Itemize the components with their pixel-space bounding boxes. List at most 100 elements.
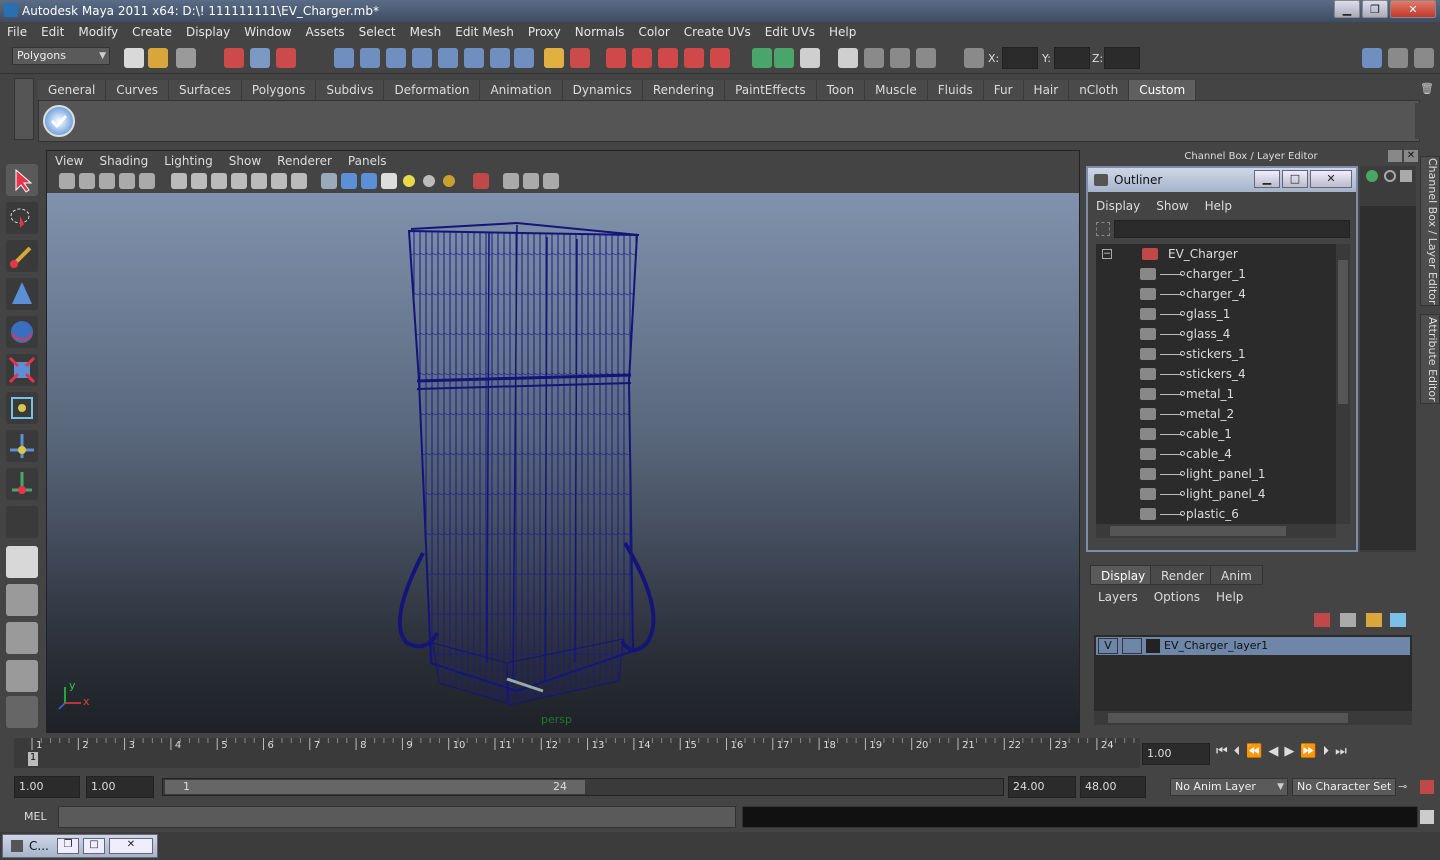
render-icon[interactable]	[752, 48, 772, 68]
shelf-tab-hair[interactable]: Hair	[1023, 80, 1070, 100]
shelf-tab-polygons[interactable]: Polygons	[241, 80, 317, 100]
select-hierarchy-icon[interactable]	[224, 48, 244, 68]
minimized-window[interactable]: C... ❐ □ ✕	[2, 834, 158, 858]
vp-menu-shading[interactable]: Shading	[91, 154, 156, 168]
resolution-gate-icon[interactable]	[211, 173, 227, 189]
start-time-field[interactable]: 1.00	[14, 776, 80, 798]
outliner-menu-help[interactable]: Help	[1197, 196, 1240, 216]
shelf-tab-fur[interactable]: Fur	[983, 80, 1024, 100]
flat-light-icon[interactable]	[443, 175, 455, 187]
vp-menu-show[interactable]: Show	[221, 154, 269, 168]
outliner-menu-show[interactable]: Show	[1148, 196, 1196, 216]
list-item[interactable]: stickers_1	[1096, 344, 1336, 364]
vp-menu-lighting[interactable]: Lighting	[156, 154, 221, 168]
list-item[interactable]: cable_1	[1096, 424, 1336, 444]
manipulator-tool-icon[interactable]	[6, 430, 38, 462]
attribute-editor-icon[interactable]	[1362, 48, 1382, 68]
vp-menu-view[interactable]: View	[47, 154, 91, 168]
snap-point-icon[interactable]	[386, 48, 406, 68]
layer-menu-options[interactable]: Options	[1146, 587, 1208, 607]
select-tool-icon[interactable]	[6, 164, 38, 196]
magnet-icon-1[interactable]	[606, 48, 626, 68]
channel-key-icon[interactable]	[1366, 170, 1378, 182]
safe-title-icon[interactable]	[291, 173, 307, 189]
menu-mesh[interactable]: Mesh	[403, 25, 449, 39]
tab-attribute-editor[interactable]: Attribute Editor	[1420, 314, 1440, 404]
last-tool-icon[interactable]	[6, 506, 38, 538]
script-editor-icon[interactable]	[1420, 810, 1434, 824]
playback-end-field[interactable]: 24.00	[1008, 776, 1076, 798]
shelf-tab-subdivs[interactable]: Subdivs	[316, 80, 385, 100]
menu-file[interactable]: File	[0, 25, 34, 39]
tab-channel-box[interactable]: Channel Box / Layer Editor	[1420, 156, 1440, 306]
history-icon[interactable]	[464, 48, 484, 68]
single-pane-layout-icon[interactable]	[6, 546, 38, 578]
current-frame-marker[interactable]: 1	[28, 752, 38, 766]
close-button[interactable]: ✕	[1390, 0, 1436, 18]
list-item[interactable]: glass_1	[1096, 304, 1336, 324]
close-mini-button[interactable]: ✕	[109, 838, 153, 854]
list-item[interactable]: charger_4	[1096, 284, 1336, 304]
shelf-tab-deformation[interactable]: Deformation	[384, 80, 481, 100]
menu-edit[interactable]: Edit	[34, 25, 71, 39]
list-item[interactable]: plastic_6	[1096, 504, 1336, 524]
shelf-tab-surfaces[interactable]: Surfaces	[168, 80, 242, 100]
list-item[interactable]: metal_1	[1096, 384, 1336, 404]
channel-box-icon[interactable]	[1414, 48, 1434, 68]
channel-pin-icon[interactable]	[1400, 170, 1412, 182]
bookmark-icon[interactable]	[99, 173, 115, 189]
filter-icon[interactable]	[1096, 222, 1110, 236]
isolate-select-icon[interactable]	[473, 173, 489, 189]
select-lock-icon[interactable]	[570, 48, 590, 68]
graph-layout-icon[interactable]	[6, 660, 38, 692]
lock-icon[interactable]	[544, 48, 564, 68]
save-scene-icon[interactable]	[176, 48, 196, 68]
time-slider[interactable]: 1 2 3 4 5 6 7 8 9 10 11 12 13 14 15 16 17 18 19 20 21 22 23 24 …	[14, 738, 1140, 768]
select-object-icon[interactable]	[250, 48, 270, 68]
inputs-icon[interactable]	[490, 48, 510, 68]
open-scene-icon[interactable]	[148, 48, 168, 68]
layer-scroll-thumb[interactable]	[1108, 713, 1348, 723]
minimize-button[interactable]: ▁	[1334, 0, 1360, 18]
outliner-layout-icon[interactable]	[6, 622, 38, 654]
tweak-tool-icon[interactable]	[6, 278, 38, 310]
xray-components-icon[interactable]	[543, 173, 559, 189]
vp-menu-panels[interactable]: Panels	[340, 154, 395, 168]
camera-icon[interactable]	[59, 173, 75, 189]
outliner-minimize-button[interactable]: ▁	[1254, 170, 1280, 188]
play-forward-icon[interactable]: ▶	[1284, 744, 1294, 766]
menu-modify[interactable]: Modify	[71, 25, 125, 39]
preferences-icon[interactable]	[1420, 780, 1434, 794]
vp-menu-renderer[interactable]: Renderer	[269, 154, 340, 168]
outliner-root-item[interactable]: − EV_Charger	[1096, 244, 1336, 264]
lights-icon[interactable]	[916, 48, 936, 68]
lasso-tool-icon[interactable]	[6, 202, 38, 234]
step-forward-icon[interactable]: ⏵	[1323, 744, 1330, 766]
list-item[interactable]: metal_2	[1096, 404, 1336, 424]
select-component-icon[interactable]	[276, 48, 296, 68]
gate-mask-icon[interactable]	[231, 173, 247, 189]
list-item[interactable]: stickers_4	[1096, 364, 1336, 384]
list-item[interactable]: light_panel_4	[1096, 484, 1336, 504]
hypergraph-layout-icon[interactable]	[6, 696, 38, 728]
shelf-scroll[interactable]	[1415, 103, 1427, 139]
snap-grid-icon[interactable]	[334, 48, 354, 68]
layer-menu-layers[interactable]: Layers	[1090, 587, 1146, 607]
field-chart-icon[interactable]	[251, 173, 267, 189]
clapper-icon[interactable]	[864, 48, 884, 68]
step-forward-key-icon[interactable]: ⏩	[1300, 744, 1316, 766]
go-to-end-icon[interactable]: ⏭	[1335, 744, 1347, 766]
range-slider-handle[interactable]: 1 24	[165, 780, 585, 794]
shelf-tab-dynamics[interactable]: Dynamics	[562, 80, 643, 100]
scroll-thumb[interactable]	[1338, 260, 1348, 404]
key-icon[interactable]: ⊸	[1398, 780, 1407, 793]
default-light-icon[interactable]	[403, 175, 415, 187]
list-item[interactable]: light_panel_1	[1096, 464, 1336, 484]
textured-icon[interactable]	[381, 173, 397, 189]
snap-curve-icon[interactable]	[360, 48, 380, 68]
shelf-tab-rendering[interactable]: Rendering	[642, 80, 726, 100]
menu-normals[interactable]: Normals	[568, 25, 632, 39]
paint-icon[interactable]	[890, 48, 910, 68]
current-time-field[interactable]: 1.00	[1142, 743, 1210, 765]
menu-assets[interactable]: Assets	[299, 25, 352, 39]
